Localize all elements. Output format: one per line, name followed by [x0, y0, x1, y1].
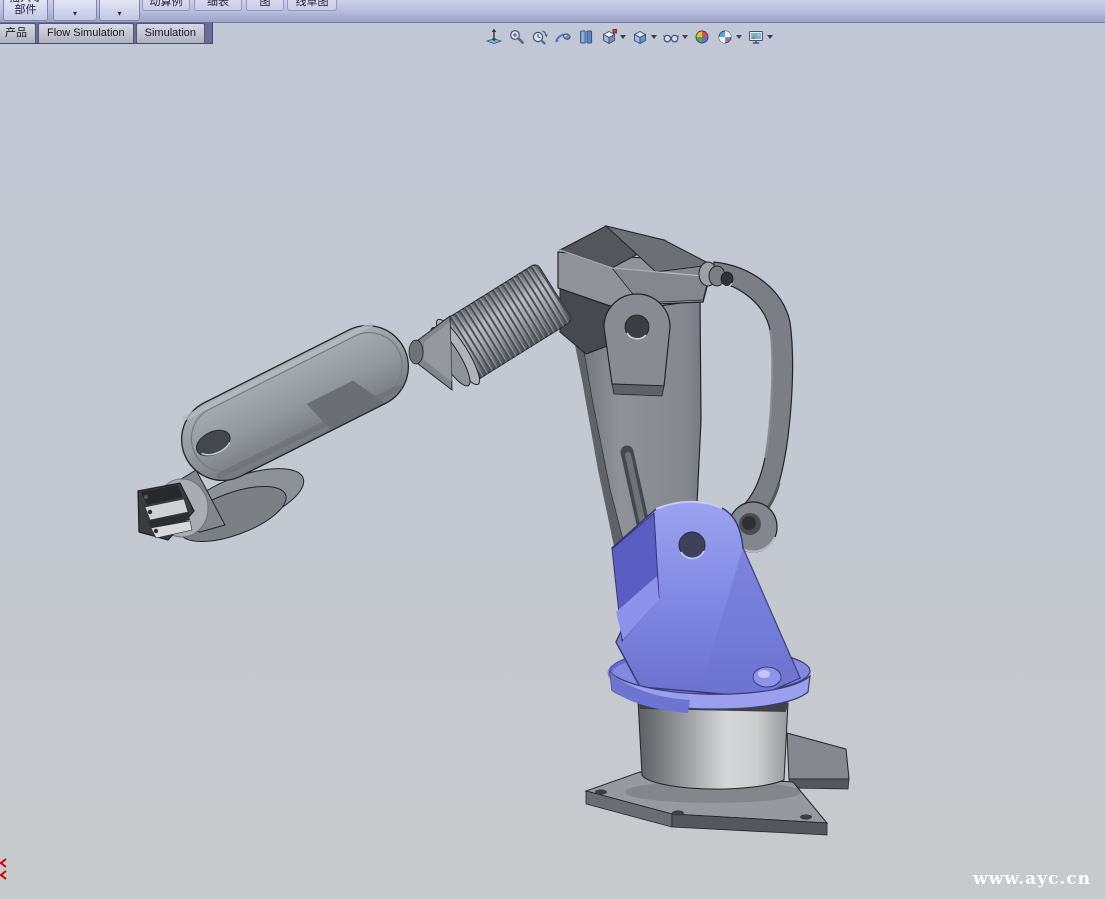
base-cylinder	[638, 700, 788, 789]
motion-study-button[interactable]: 动算例	[142, 0, 190, 11]
bill-of-materials-label: 细表	[195, 0, 241, 9]
rotate-view-button[interactable]	[553, 27, 573, 47]
tab-product[interactable]: 产品	[0, 23, 36, 43]
bill-of-materials-button[interactable]: 细表	[194, 0, 242, 11]
toolbar-dropdown-button-1[interactable]: ▾	[53, 0, 97, 21]
robot-arm-model	[0, 22, 1105, 899]
explode-line-sketch-label: 线草图	[288, 0, 336, 9]
chevron-down-icon: ▾	[100, 9, 139, 18]
display-style-icon	[631, 28, 649, 46]
wrist-cone-hub	[409, 316, 452, 390]
chevron-down-icon	[767, 35, 773, 39]
zoom-to-fit-button[interactable]	[484, 27, 504, 47]
exploded-view-button[interactable]: 图	[246, 0, 284, 11]
chevron-down-icon	[651, 35, 657, 39]
insert-components-button[interactable]: 插入零 部件	[3, 0, 48, 21]
zoom-to-area-icon	[508, 28, 526, 46]
view-settings-icon	[747, 28, 765, 46]
hide-show-items-button[interactable]	[661, 27, 689, 47]
previous-view-icon	[531, 28, 549, 46]
tab-flow-simulation[interactable]: Flow Simulation	[38, 23, 134, 43]
section-view-button[interactable]	[576, 27, 596, 47]
edit-appearance-button[interactable]	[692, 27, 712, 47]
edit-appearance-icon	[693, 28, 711, 46]
chevron-down-icon	[620, 35, 626, 39]
graphics-area[interactable]: www.ayc.cn	[0, 22, 1105, 899]
rotate-view-icon	[554, 28, 572, 46]
view-orientation-button[interactable]	[599, 27, 627, 47]
chevron-down-icon	[682, 35, 688, 39]
insert-components-label-line2: 部件	[4, 4, 47, 16]
chevron-down-icon: ▾	[54, 9, 96, 18]
command-manager-tab-strip: 产品 Flow Simulation Simulation	[0, 22, 213, 44]
section-view-icon	[577, 28, 595, 46]
exploded-view-label: 图	[247, 0, 283, 9]
heads-up-view-toolbar	[484, 26, 774, 48]
watermark-text: www.ayc.cn	[973, 869, 1091, 889]
previous-view-button[interactable]	[530, 27, 550, 47]
zoom-to-fit-icon	[485, 28, 503, 46]
toolbar-dropdown-button-2[interactable]: ▾	[99, 0, 140, 21]
view-orientation-icon	[600, 28, 618, 46]
display-style-button[interactable]	[630, 27, 658, 47]
view-settings-button[interactable]	[746, 27, 774, 47]
explode-line-sketch-button[interactable]: 线草图	[287, 0, 337, 11]
origin-triad-fragment	[0, 858, 10, 884]
bellows-clevis-lug	[604, 294, 670, 396]
command-manager-toolbar: 插入零 部件 ▾ ▾ 动算例 细表 图 线草图	[0, 0, 1105, 23]
forearm-link	[168, 312, 423, 495]
chevron-down-icon	[736, 35, 742, 39]
zoom-to-area-button[interactable]	[507, 27, 527, 47]
hide-show-items-icon	[662, 28, 680, 46]
apply-scene-button[interactable]	[715, 27, 743, 47]
apply-scene-icon	[716, 28, 734, 46]
tab-simulation[interactable]: Simulation	[136, 23, 205, 43]
motion-study-label: 动算例	[143, 0, 189, 9]
